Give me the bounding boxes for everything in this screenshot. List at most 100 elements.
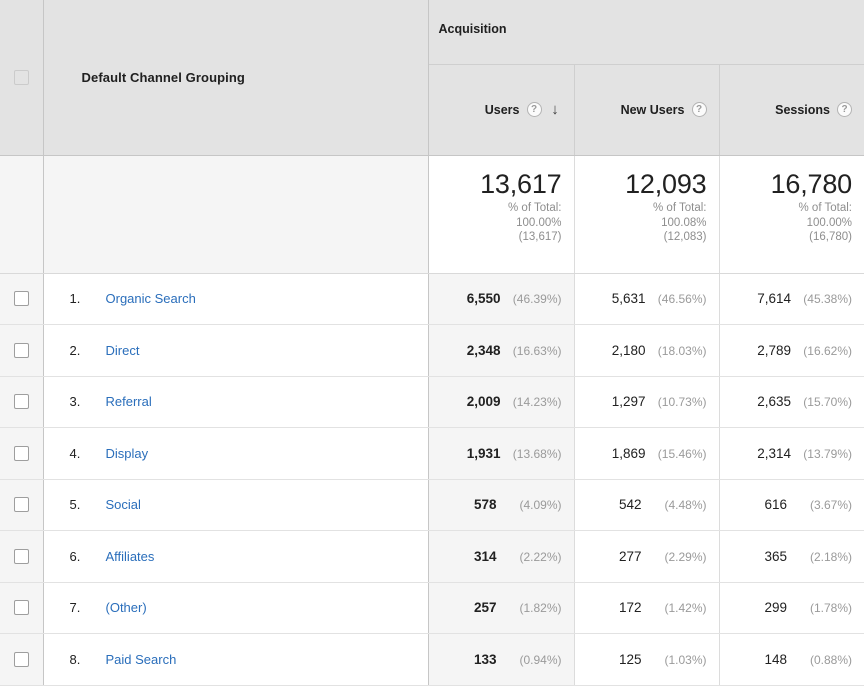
- row-checkbox[interactable]: [13, 548, 29, 564]
- row-new-users-value: 125: [618, 651, 642, 667]
- row-checkbox-cell[interactable]: [0, 582, 44, 634]
- column-header-users[interactable]: Users ? ↓: [427, 64, 574, 156]
- row-sessions-pct: (1.78%): [809, 601, 852, 616]
- row-sessions-cell: 2,635 (15.70%): [718, 376, 864, 428]
- row-checkbox-cell[interactable]: [0, 324, 44, 377]
- totals-users: 13,617 % of Total: 100.00% (13,617): [427, 155, 574, 274]
- row-new-users-value: 1,869: [611, 445, 646, 461]
- row-new-users-pct: (15.46%): [657, 446, 707, 461]
- row-sessions-pct: (15.70%): [803, 395, 852, 410]
- row-users-pct: (2.22%): [519, 549, 562, 564]
- row-users-cell: 257 (1.82%): [427, 582, 574, 634]
- row-users-cell: 2,009 (14.23%): [427, 376, 574, 428]
- row-sessions-value: 7,614: [757, 291, 791, 307]
- row-new-users-value: 1,297: [611, 394, 646, 410]
- row-new-users-value: 5,631: [611, 291, 646, 307]
- row-new-users-pct: (10.73%): [657, 395, 707, 410]
- row-new-users-cell: 125 (1.03%): [573, 633, 719, 686]
- row-checkbox[interactable]: [13, 394, 29, 410]
- row-checkbox[interactable]: [13, 600, 29, 616]
- totals-users-pct-label: % of Total:: [508, 201, 562, 214]
- row-dimension-cell: 8. Paid Search: [43, 633, 429, 686]
- row-checkbox-cell[interactable]: [0, 427, 44, 480]
- channel-link[interactable]: (Other): [106, 600, 147, 615]
- totals-new-users-value: 12,093: [625, 168, 707, 199]
- row-checkbox-cell[interactable]: [0, 273, 44, 325]
- channel-link[interactable]: Direct: [106, 343, 140, 358]
- channel-link[interactable]: Display: [106, 446, 149, 461]
- row-new-users-cell: 5,631 (46.56%): [573, 273, 719, 325]
- row-rank: 6.: [69, 548, 81, 564]
- header-group-row: Default Channel Grouping Acquisition: [0, 0, 864, 156]
- totals-sessions: 16,780 % of Total: 100.00% (16,780): [718, 155, 864, 274]
- row-sessions-cell: 299 (1.78%): [718, 582, 864, 634]
- row-sessions-pct: (2.18%): [809, 549, 852, 564]
- row-checkbox[interactable]: [13, 445, 29, 461]
- totals-sessions-absolute: (16,780): [809, 231, 852, 244]
- channel-link[interactable]: Affiliates: [106, 549, 155, 564]
- row-rank: 5.: [69, 497, 81, 513]
- totals-users-absolute: (13,617): [518, 231, 562, 244]
- channel-link[interactable]: Organic Search: [106, 291, 196, 306]
- row-sessions-value: 2,635: [757, 394, 791, 410]
- row-users-cell: 6,550 (46.39%): [427, 273, 574, 325]
- row-rank: 4.: [69, 445, 81, 461]
- row-sessions-pct: (45.38%): [803, 292, 852, 307]
- row-rank: 3.: [69, 394, 81, 410]
- row-users-value: 257: [473, 600, 497, 616]
- row-new-users-cell: 172 (1.42%): [573, 582, 719, 634]
- channel-link[interactable]: Social: [106, 497, 141, 512]
- totals-sessions-value: 16,780: [770, 168, 853, 199]
- help-question-icon[interactable]: ?: [691, 102, 707, 117]
- help-question-icon[interactable]: ?: [837, 102, 852, 117]
- row-new-users-pct: (1.42%): [664, 601, 707, 616]
- row-users-pct: (0.94%): [519, 652, 562, 667]
- row-rank: 1.: [69, 291, 81, 307]
- row-users-value: 6,550: [466, 291, 501, 307]
- row-users-cell: 314 (2.22%): [427, 530, 574, 583]
- row-new-users-cell: 277 (2.29%): [573, 530, 719, 583]
- row-sessions-cell: 2,314 (13.79%): [718, 427, 864, 480]
- table-row: 8. Paid Search 133 (0.94%) 125 (1.03%) 148 (…: [0, 633, 864, 686]
- table-row: 6. Affiliates 314 (2.22%) 277 (2.29%) 365 (2…: [0, 530, 864, 583]
- totals-users-pct: 100.00%: [516, 216, 562, 229]
- row-checkbox[interactable]: [13, 651, 29, 667]
- row-users-pct: (16.63%): [512, 343, 562, 358]
- row-checkbox[interactable]: [13, 497, 29, 513]
- row-sessions-pct: (3.67%): [809, 498, 852, 513]
- dimension-header-label: Default Channel Grouping: [81, 69, 245, 85]
- totals-row: 13,617 % of Total: 100.00% (13,617) 12,0…: [0, 155, 864, 274]
- help-question-icon[interactable]: ?: [526, 102, 542, 117]
- row-users-cell: 2,348 (16.63%): [427, 324, 574, 377]
- row-checkbox[interactable]: [13, 291, 29, 307]
- dimension-header[interactable]: Default Channel Grouping: [43, 0, 429, 156]
- row-checkbox-cell[interactable]: [0, 530, 44, 583]
- arrow-down-icon[interactable]: ↓: [549, 102, 562, 117]
- row-sessions-pct: (0.88%): [809, 652, 852, 667]
- row-new-users-pct: (46.56%): [657, 292, 707, 307]
- row-users-pct: (46.39%): [512, 292, 562, 307]
- totals-dimension-cell: [43, 155, 429, 274]
- row-checkbox-cell[interactable]: [0, 633, 44, 686]
- column-header-sessions[interactable]: Sessions ?: [718, 64, 864, 156]
- row-users-cell: 1,931 (13.68%): [427, 427, 574, 480]
- row-users-cell: 133 (0.94%): [427, 633, 574, 686]
- row-dimension-cell: 6. Affiliates: [43, 530, 429, 583]
- row-checkbox-cell[interactable]: [0, 376, 44, 428]
- metric-group-header-acquisition: Acquisition: [427, 0, 864, 65]
- channel-link[interactable]: Referral: [106, 394, 152, 409]
- row-users-value: 2,009: [466, 394, 501, 410]
- select-all-cell[interactable]: [0, 0, 44, 156]
- select-all-checkbox[interactable]: [13, 69, 29, 85]
- totals-new-users-absolute: (12,083): [663, 231, 707, 244]
- row-checkbox-cell[interactable]: [0, 479, 44, 531]
- column-header-new-users[interactable]: New Users ?: [573, 64, 719, 156]
- row-sessions-value: 365: [764, 548, 787, 564]
- row-users-pct: (14.23%): [512, 395, 562, 410]
- data-table: Default Channel Grouping Acquisition Use…: [0, 0, 864, 686]
- row-checkbox[interactable]: [13, 342, 29, 358]
- analytics-channel-table: Default Channel Grouping Acquisition Use…: [0, 0, 864, 687]
- channel-link[interactable]: Paid Search: [106, 652, 177, 667]
- row-sessions-pct: (13.79%): [803, 446, 852, 461]
- row-rank: 8.: [69, 651, 81, 667]
